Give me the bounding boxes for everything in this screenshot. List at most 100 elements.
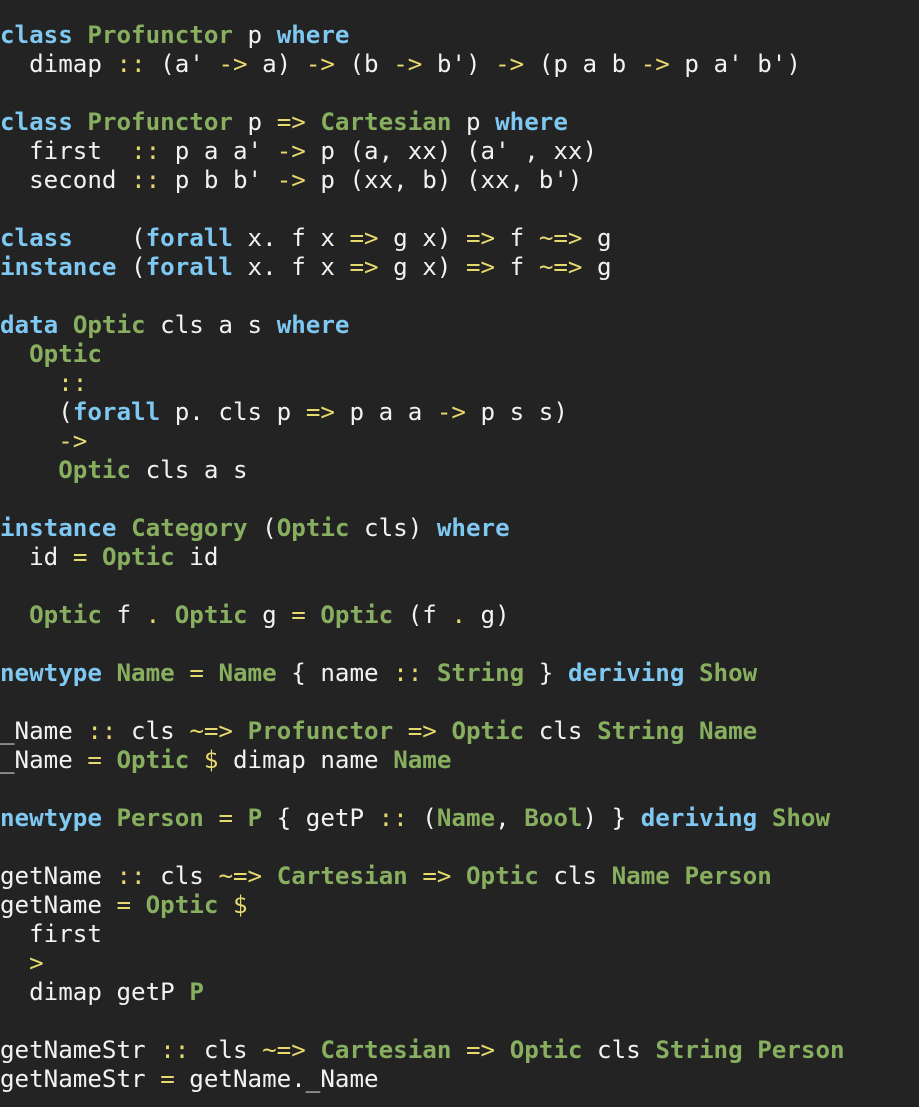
- code-token: Optic: [145, 891, 219, 919]
- code-token: id: [174, 543, 219, 571]
- code-token: ->: [276, 137, 306, 165]
- code-token: ) }: [582, 804, 641, 832]
- code-token: dimap name: [218, 746, 394, 774]
- code-token: Optic: [451, 717, 525, 745]
- code-token: p: [233, 21, 277, 49]
- code-token: =: [189, 659, 204, 687]
- code-line: class Profunctor p where: [0, 21, 919, 50]
- code-token: Name: [699, 717, 758, 745]
- code-token: cls: [145, 862, 219, 890]
- code-token: { getP: [262, 804, 379, 832]
- code-token: forall: [72, 398, 161, 426]
- code-token: (f: [393, 601, 452, 629]
- code-token: =>: [466, 253, 496, 281]
- code-token: ~=>: [538, 224, 583, 252]
- code-token: ::: [393, 659, 423, 687]
- code-token: class: [0, 21, 73, 49]
- code-token: g x): [378, 253, 466, 281]
- code-token: ->: [393, 50, 423, 78]
- code-token: Cartesian: [276, 862, 408, 890]
- code-token: Optic: [116, 746, 190, 774]
- code-token: Optic: [29, 340, 102, 368]
- code-token: f: [101, 601, 146, 629]
- code-token: P: [247, 804, 263, 832]
- code-token: p (a, xx) (a' , xx): [305, 137, 598, 165]
- code-token: second: [0, 166, 132, 194]
- code-token: g: [582, 224, 612, 252]
- code-line: newtype Name = Name { name :: String } d…: [0, 659, 919, 688]
- code-token: x. f x: [233, 224, 350, 252]
- code-token: String: [436, 659, 525, 687]
- code-token: ->: [305, 50, 335, 78]
- code-token: x. f x: [233, 253, 350, 281]
- code-token: first: [0, 920, 102, 948]
- code-token: g: [582, 253, 612, 281]
- code-line: Optic f . Optic g = Optic (f . g): [0, 601, 919, 630]
- code-editor[interactable]: class Profunctor p where dimap :: (a' ->…: [0, 21, 919, 1094]
- code-token: f: [495, 224, 539, 252]
- code-line: >: [0, 949, 919, 978]
- code-token: getName: [0, 891, 117, 919]
- code-token: cls: [189, 1036, 263, 1064]
- code-token: ->: [218, 50, 248, 78]
- code-token: Show: [771, 804, 831, 832]
- code-line: class Profunctor p => Cartesian p where: [0, 108, 919, 137]
- code-line: data Optic cls a s where: [0, 311, 919, 340]
- code-token: =>: [276, 108, 306, 136]
- code-token: ~=>: [189, 717, 233, 745]
- code-token: Optic: [58, 456, 132, 484]
- code-token: Name: [436, 804, 496, 832]
- code-token: Optic: [276, 514, 350, 542]
- code-token: (a': [145, 50, 219, 78]
- code-token: getNameStr: [0, 1036, 161, 1064]
- code-token: Optic: [72, 311, 146, 339]
- code-line: Optic cls a s: [0, 456, 919, 485]
- code-token: forall: [145, 224, 233, 252]
- code-token: =>: [422, 862, 452, 890]
- code-token: cls: [538, 862, 612, 890]
- code-token: P: [189, 978, 204, 1006]
- code-token: g: [247, 601, 292, 629]
- code-token: =>: [466, 224, 496, 252]
- code-token: Person: [757, 1036, 845, 1064]
- code-line: Optic: [0, 340, 919, 369]
- code-token: where: [495, 108, 568, 136]
- code-token: ->: [495, 50, 525, 78]
- code-token: Optic: [509, 1036, 583, 1064]
- code-token: where: [436, 514, 510, 542]
- code-token: id: [0, 543, 73, 571]
- code-token: p. cls p: [160, 398, 306, 426]
- code-token: ::: [131, 137, 161, 165]
- code-token: $: [203, 746, 219, 774]
- code-token: ::: [378, 804, 408, 832]
- code-token: Person: [116, 804, 204, 832]
- code-token: Name: [218, 659, 277, 687]
- code-token: Optic: [466, 862, 539, 890]
- code-line: dimap :: (a' -> a) -> (b -> b') -> (p a …: [0, 50, 919, 79]
